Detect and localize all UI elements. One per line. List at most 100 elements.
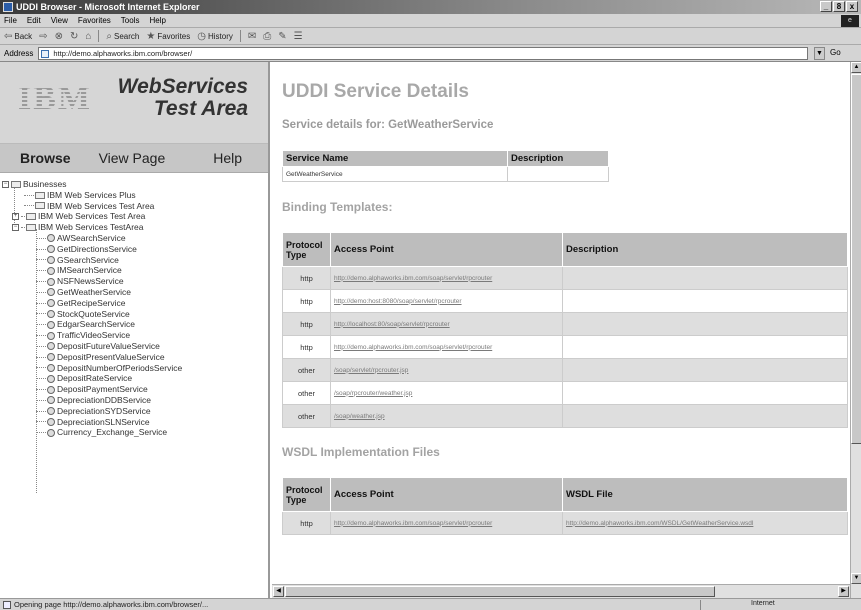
table-row: GetWeatherService (282, 166, 609, 182)
tree-service[interactable]: DepositPresentValueService (0, 352, 268, 363)
horizontal-scroll-thumb[interactable] (285, 586, 715, 597)
vertical-scroll-thumb[interactable] (851, 74, 861, 444)
service-icon (47, 428, 55, 437)
back-button[interactable]: ⇦ Back (4, 31, 32, 42)
tree-business-expanded[interactable]: − IBM Web Services TestArea (0, 222, 268, 233)
tree-service[interactable]: DepreciationSYDService (0, 406, 268, 417)
access-point-link[interactable]: http://localhost:80/soap/servlet/rpcrout… (330, 312, 563, 336)
tree-service[interactable]: DepositPaymentService (0, 384, 268, 395)
refresh-icon[interactable]: ↻ (70, 31, 78, 42)
service-icon (47, 353, 55, 362)
tree-service[interactable]: TrafficVideoService (0, 330, 268, 341)
access-point-link[interactable]: http://demo.alphaworks.ibm.com/soap/serv… (330, 335, 563, 359)
scroll-up-arrow-icon[interactable]: ▲ (851, 62, 861, 73)
menu-edit[interactable]: Edit (27, 16, 41, 25)
protocol-cell: other (282, 358, 331, 382)
print-icon[interactable]: ⎙ (263, 31, 271, 42)
tree-service[interactable]: DepositFutureValueService (0, 341, 268, 352)
tree-service[interactable]: EdgarSearchService (0, 319, 268, 330)
nav-browse[interactable]: Browse (0, 150, 71, 166)
column-header: WSDL File (562, 477, 848, 512)
page-icon (41, 49, 50, 58)
stop-icon[interactable]: ⊗ (55, 31, 63, 42)
tree-service[interactable]: StockQuoteService (0, 309, 268, 320)
go-button[interactable]: Go (830, 48, 841, 57)
folder-icon (26, 213, 36, 221)
tree-business[interactable]: IBM Web Services Test Area (0, 201, 268, 212)
mail-icon[interactable]: ✉ (248, 31, 256, 42)
tree-service[interactable]: DepositNumberOfPeriodsService (0, 363, 268, 374)
access-point-link[interactable]: http://demo.alphaworks.ibm.com/soap/serv… (330, 266, 563, 290)
tree-service-label: NSFNewsService (57, 276, 124, 287)
menu-help[interactable]: Help (149, 16, 165, 25)
access-point-link[interactable]: /soap/rpcrouter/weather.jsp (330, 381, 563, 405)
tree-service[interactable]: IMSearchService (0, 265, 268, 276)
service-icon (47, 309, 55, 318)
collapse-icon[interactable]: − (2, 180, 9, 188)
tree-service[interactable]: NSFNewsService (0, 276, 268, 287)
tree-service-label: DepositPaymentService (57, 384, 148, 395)
tree-service[interactable]: GetDirectionsService (0, 244, 268, 255)
address-input[interactable]: http://demo.alphaworks.ibm.com/browser/ (38, 46, 809, 60)
nav-help[interactable]: Help (165, 150, 242, 166)
table-row: http http://demo.alphaworks.ibm.com/soap… (282, 266, 848, 290)
access-point-link[interactable]: http://demo.alphaworks.ibm.com/soap/serv… (330, 511, 563, 535)
tree-business[interactable]: + IBM Web Services Test Area (0, 211, 268, 222)
description-cell (562, 312, 848, 336)
vertical-scrollbar[interactable]: ▲ ▼ (850, 62, 861, 598)
menu-tools[interactable]: Tools (121, 16, 140, 25)
close-button[interactable]: x (846, 1, 858, 12)
tree-service[interactable]: GetRecipeService (0, 298, 268, 309)
wsdl-files-title: WSDL Implementation Files (282, 445, 440, 459)
minimize-button[interactable]: _ (820, 1, 832, 12)
forward-arrow-icon[interactable]: ⇨ (39, 31, 47, 42)
service-icon (47, 407, 55, 416)
tree-service[interactable]: DepreciationDDBService (0, 395, 268, 406)
access-point-link[interactable]: http://demo:host:8080/soap/servlet/rpcro… (330, 289, 563, 313)
tree-service[interactable]: AWSearchService (0, 233, 268, 244)
status-text: Opening page http://demo.alphaworks.ibm.… (14, 600, 209, 609)
collapse-icon[interactable]: − (12, 224, 19, 232)
column-header: Service Name (282, 150, 508, 167)
tree-business-label: IBM Web Services Plus (47, 189, 136, 200)
tree-service[interactable]: DepreciationSLNService (0, 417, 268, 428)
menu-bar: File Edit View Favorites Tools Help e (0, 14, 861, 28)
home-icon[interactable]: ⌂ (85, 31, 91, 42)
tree-service[interactable]: GSearchService (0, 255, 268, 266)
menu-file[interactable]: File (4, 16, 17, 25)
address-dropdown-icon[interactable]: ▼ (814, 47, 825, 60)
menu-view[interactable]: View (51, 16, 68, 25)
horizontal-scrollbar[interactable]: ◀ ▶ (272, 584, 850, 598)
protocol-cell: other (282, 404, 331, 428)
menu-favorites[interactable]: Favorites (78, 16, 111, 25)
wsdl-file-link[interactable]: http://demo.alphaworks.ibm.com/WSDL/GetW… (562, 511, 848, 535)
scroll-right-arrow-icon[interactable]: ▶ (838, 586, 849, 597)
tree-business[interactable]: IBM Web Services Plus (0, 190, 268, 201)
edit-icon[interactable]: ✎ (278, 31, 286, 42)
tree-connector (36, 248, 46, 250)
table-row: other /soap/weather.jsp (282, 404, 848, 428)
tree-service-label: DepositRateService (57, 373, 133, 384)
history-button[interactable]: ◷ History (197, 31, 233, 42)
protocol-cell: http (282, 335, 331, 359)
service-icon (47, 396, 55, 405)
scroll-left-arrow-icon[interactable]: ◀ (273, 586, 284, 597)
folder-open-icon (26, 224, 36, 232)
scroll-down-arrow-icon[interactable]: ▼ (851, 573, 861, 584)
maximize-button[interactable]: 8 (833, 1, 845, 12)
tree-service-selected[interactable]: GetWeatherService (0, 287, 268, 298)
favorites-button[interactable]: ★ Favorites (146, 31, 190, 42)
access-point-link[interactable]: /soap/servlet/rpcrouter.jsp (330, 358, 563, 382)
tree-root-label: Businesses (23, 179, 67, 189)
nav-view-page[interactable]: View Page (71, 150, 166, 166)
access-point-link[interactable]: /soap/weather.jsp (330, 404, 563, 428)
tree-service[interactable]: Currency_Exchange_Service (0, 427, 268, 438)
tree-service-label: GetDirectionsService (57, 243, 137, 254)
discuss-icon[interactable]: ☰ (294, 31, 303, 42)
search-button[interactable]: ⌕ Search (106, 31, 139, 42)
tree-connector (36, 281, 46, 283)
tree-service[interactable]: DepositRateService (0, 373, 268, 384)
tree-connector (36, 389, 46, 391)
tree-root[interactable]: − Businesses (0, 179, 268, 190)
expand-icon[interactable]: + (12, 213, 19, 221)
